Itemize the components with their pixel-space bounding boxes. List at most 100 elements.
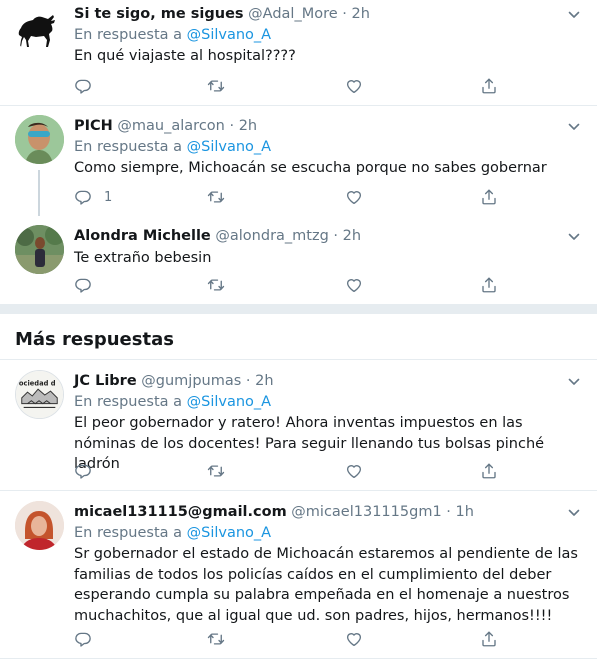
chevron-down-icon[interactable]	[568, 509, 580, 517]
section-separator	[0, 304, 597, 314]
reply-button[interactable]: 1	[74, 187, 112, 207]
reply-mention-link[interactable]: @Silvano_A	[187, 525, 271, 541]
like-button[interactable]	[345, 629, 363, 649]
avatar-logo-text: ociedad d	[19, 379, 56, 387]
logo-icon: ociedad d	[16, 371, 63, 418]
display-name[interactable]: Alondra Michelle	[74, 228, 211, 244]
share-icon	[480, 630, 498, 648]
retweet-button[interactable]	[207, 461, 225, 481]
heart-icon	[345, 276, 363, 294]
reply-button[interactable]	[74, 275, 104, 295]
reply-prefix: En respuesta a	[74, 139, 183, 155]
share-button[interactable]	[480, 275, 498, 295]
tweet[interactable]: Alondra Michelle @alondra_mtzg · 2h Te e…	[0, 216, 597, 304]
like-button[interactable]	[345, 275, 363, 295]
retweet-icon	[207, 276, 225, 294]
tweet-text: Sr gobernador el estado de Michoacán est…	[74, 546, 578, 624]
retweet-icon	[207, 630, 225, 648]
avatar[interactable]	[15, 225, 64, 274]
tweet-text: Te extraño bebesin	[74, 250, 212, 266]
display-name[interactable]: micael131115@gmail.com	[74, 504, 287, 520]
like-button[interactable]	[345, 461, 363, 481]
reply-prefix: En respuesta a	[74, 525, 183, 541]
user-handle[interactable]: @Adal_More	[248, 6, 337, 22]
display-name[interactable]: PICH	[74, 118, 113, 134]
tweet[interactable]: PICH @mau_alarcon · 2h En respuesta a @S…	[0, 106, 597, 216]
separator-dot: ·	[229, 118, 235, 134]
display-name[interactable]: JC Libre	[74, 373, 137, 389]
share-button[interactable]	[480, 629, 498, 649]
reply-button[interactable]	[74, 629, 104, 649]
retweet-button[interactable]	[207, 629, 225, 649]
retweet-button[interactable]	[207, 187, 225, 207]
user-handle[interactable]: @micael131115gm1	[291, 504, 441, 520]
chevron-down-icon[interactable]	[568, 233, 580, 241]
like-button[interactable]	[345, 187, 363, 207]
timestamp[interactable]: 2h	[239, 118, 257, 134]
reply-context: En respuesta a @Silvano_A	[74, 524, 583, 543]
reply-button[interactable]	[74, 461, 104, 481]
thread-connector	[38, 170, 40, 216]
share-icon	[480, 188, 498, 206]
heart-icon	[345, 188, 363, 206]
avatar[interactable]	[15, 501, 64, 550]
heart-icon	[345, 462, 363, 480]
chevron-down-icon[interactable]	[568, 11, 580, 19]
share-button[interactable]	[480, 461, 498, 481]
retweet-icon	[207, 77, 225, 95]
reply-button[interactable]	[74, 76, 104, 96]
divider	[0, 658, 597, 659]
heart-icon	[345, 630, 363, 648]
reply-count: 1	[104, 189, 113, 205]
retweet-button[interactable]	[207, 76, 225, 96]
share-icon	[480, 276, 498, 294]
display-name[interactable]: Si te sigo, me sigues	[74, 6, 244, 22]
reply-icon	[74, 630, 92, 648]
tweet-actions	[74, 629, 498, 649]
share-button[interactable]	[480, 187, 498, 207]
user-handle[interactable]: @mau_alarcon	[117, 118, 224, 134]
more-replies-heading: Más respuestas	[15, 329, 174, 350]
retweet-button[interactable]	[207, 275, 225, 295]
reply-context: En respuesta a @Silvano_A	[74, 393, 583, 412]
tweet-actions	[74, 76, 498, 96]
timestamp[interactable]: 1h	[456, 504, 474, 520]
bull-silhouette-icon	[18, 15, 56, 47]
avatar[interactable]	[15, 115, 64, 164]
reply-mention-link[interactable]: @Silvano_A	[187, 394, 271, 410]
retweet-icon	[207, 188, 225, 206]
chevron-down-icon[interactable]	[568, 123, 580, 131]
user-handle[interactable]: @gumjpumas	[141, 373, 241, 389]
timestamp[interactable]: 2h	[351, 6, 369, 22]
reply-prefix: En respuesta a	[74, 27, 183, 43]
user-photo-icon	[15, 501, 64, 550]
timestamp[interactable]: 2h	[343, 228, 361, 244]
reply-icon	[74, 188, 92, 206]
avatar[interactable]: ociedad d	[15, 370, 64, 419]
reply-icon	[74, 77, 92, 95]
tweet[interactable]: Si te sigo, me sigues @Adal_More · 2h En…	[0, 0, 597, 105]
retweet-icon	[207, 462, 225, 480]
avatar[interactable]	[15, 6, 64, 55]
separator-dot: ·	[342, 6, 347, 22]
reply-prefix: En respuesta a	[74, 394, 183, 410]
reply-mention-link[interactable]: @Silvano_A	[187, 27, 271, 43]
reply-context: En respuesta a @Silvano_A	[74, 138, 583, 157]
user-handle[interactable]: @alondra_mtzg	[215, 228, 328, 244]
reply-mention-link[interactable]: @Silvano_A	[187, 139, 271, 155]
separator-dot: ·	[245, 373, 251, 389]
reply-icon	[74, 462, 92, 480]
tweet[interactable]: ociedad d JC Libre @gumjpumas · 2h En re…	[0, 360, 597, 490]
share-icon	[480, 462, 498, 480]
reply-context: En respuesta a @Silvano_A	[74, 26, 583, 45]
tweet-actions	[74, 275, 498, 295]
timestamp[interactable]: 2h	[255, 373, 273, 389]
chevron-down-icon[interactable]	[568, 378, 580, 386]
separator-dot: ·	[446, 504, 451, 520]
tweet-text: En qué viajaste al hospital????	[74, 48, 296, 64]
like-button[interactable]	[345, 76, 363, 96]
reply-icon	[74, 276, 92, 294]
tweet[interactable]: micael131115@gmail.com @micael131115gm1 …	[0, 491, 597, 661]
user-photo-icon	[15, 115, 64, 164]
share-button[interactable]	[480, 76, 498, 96]
